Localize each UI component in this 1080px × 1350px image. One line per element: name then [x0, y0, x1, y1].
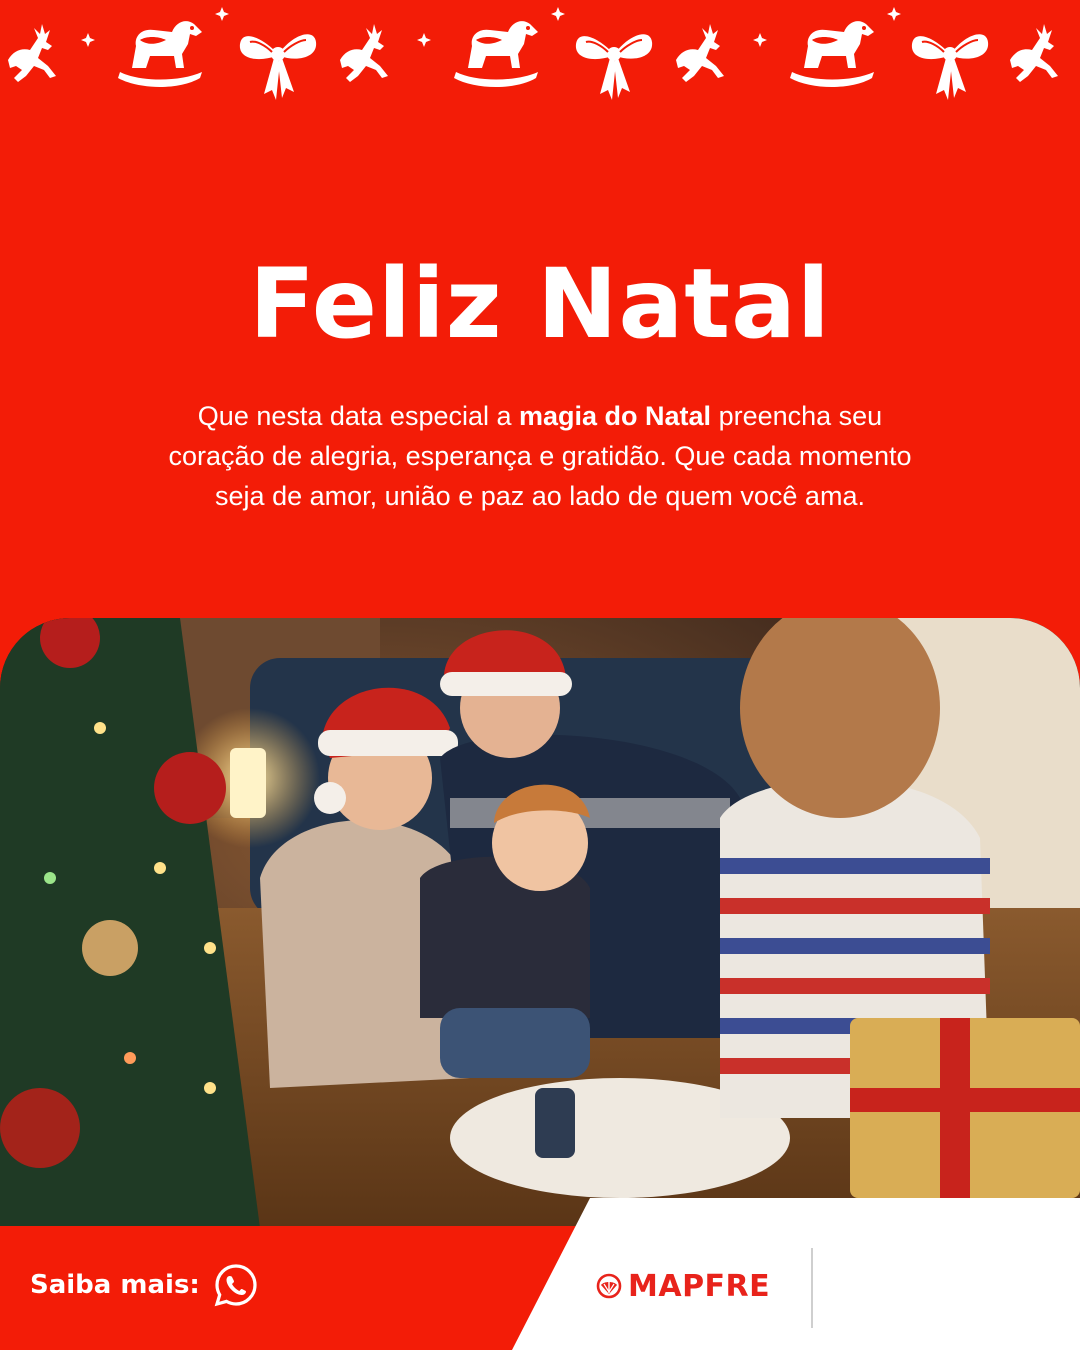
ornament-border: [8, 7, 1058, 101]
mapfre-logo-icon: [596, 1273, 622, 1299]
message-text: Que nesta data especial a: [197, 401, 520, 431]
brand-name: MAPFRE: [628, 1268, 771, 1304]
family-christmas-photo: [0, 618, 1080, 1228]
learn-more-label: Saiba mais:: [30, 1270, 200, 1300]
bow-icon: [238, 33, 318, 101]
learn-more-link[interactable]: Saiba mais:: [30, 1262, 258, 1308]
page-title: Feliz Natal: [249, 248, 831, 360]
footer-divider: [811, 1248, 813, 1328]
rocking-horse-icon: [118, 21, 202, 87]
reindeer-icon: [8, 24, 56, 82]
message-highlight: magia do Natal: [519, 401, 712, 431]
whatsapp-icon[interactable]: [214, 1263, 258, 1307]
mapfre-brand: MAPFRE: [596, 1266, 770, 1306]
greeting-message: Que nesta data especial a magia do Natal…: [150, 396, 930, 516]
christmas-greeting-card: Feliz Natal Que nesta data especial a ma…: [0, 0, 1080, 1350]
